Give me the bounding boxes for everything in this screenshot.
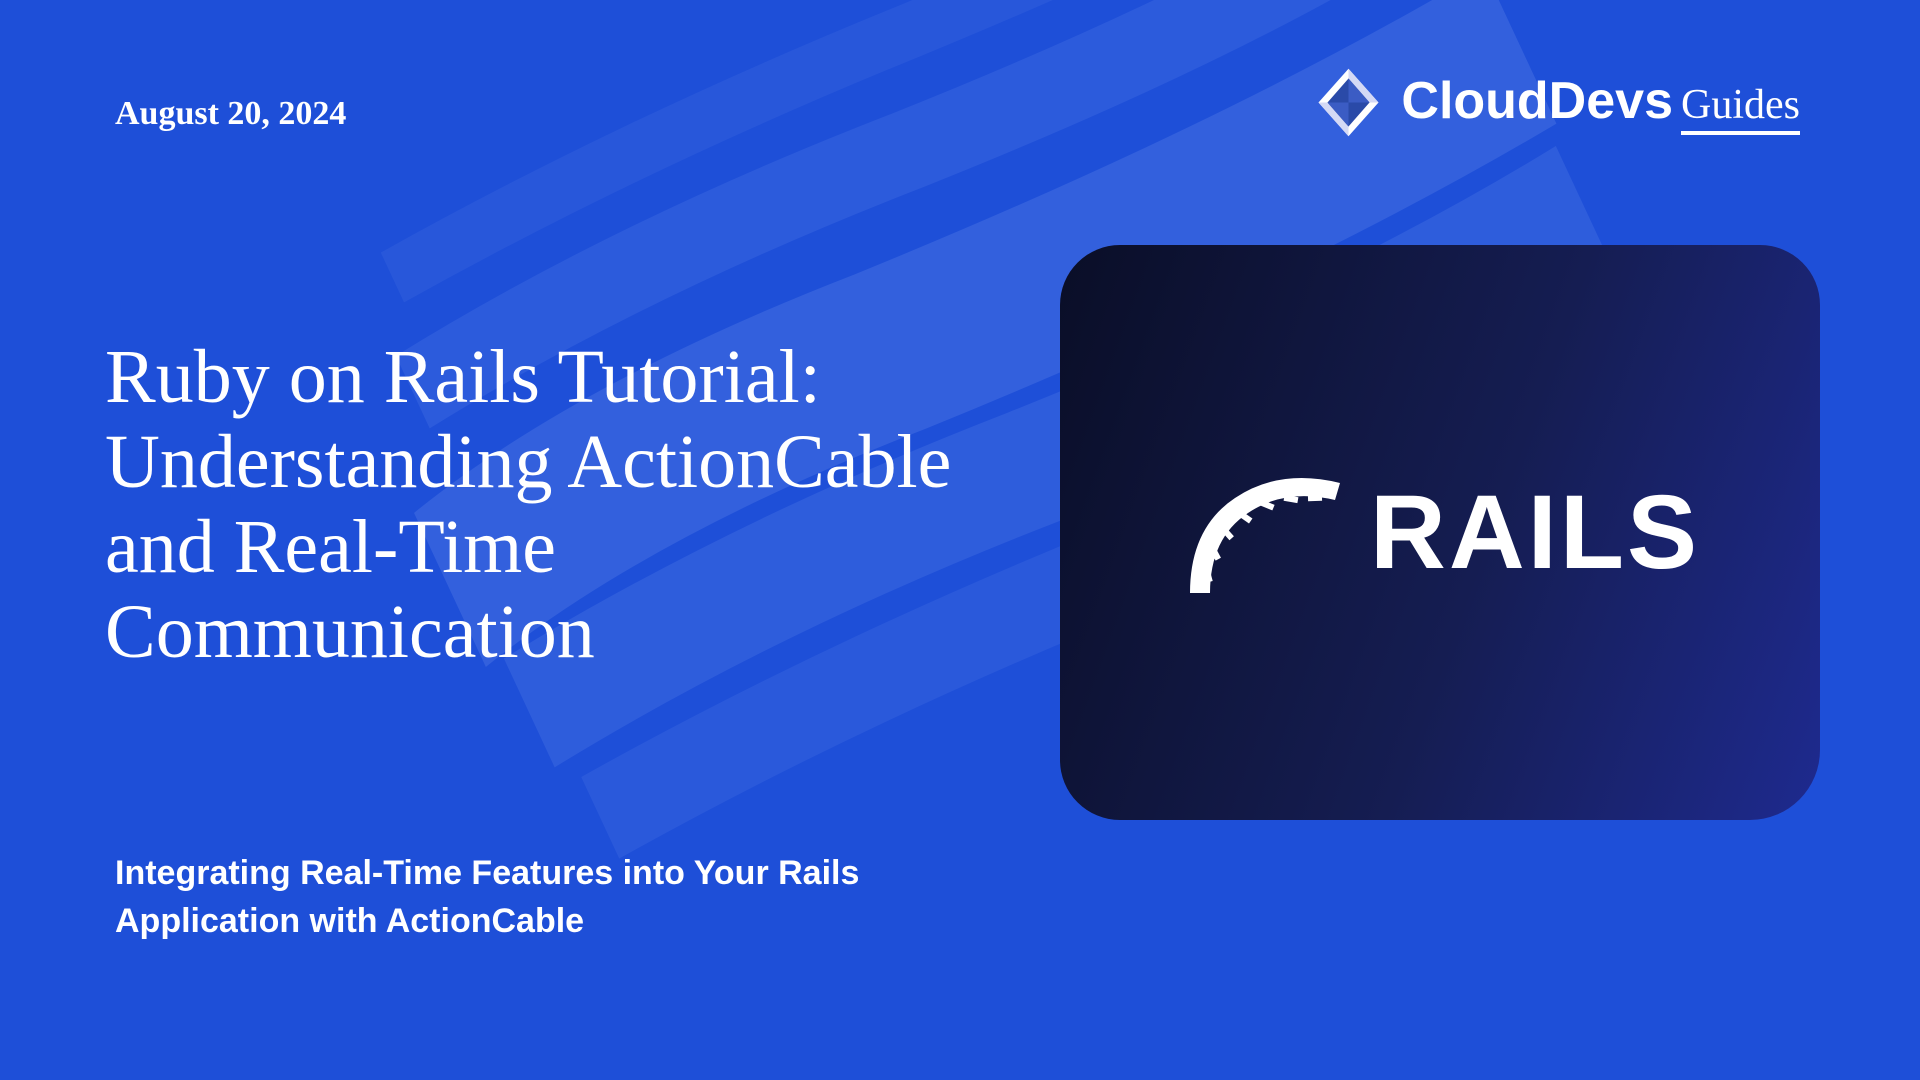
rails-logo-text: RAILS	[1370, 473, 1700, 593]
hero-card: RAILS	[1060, 245, 1820, 820]
rails-arc-icon	[1180, 468, 1345, 598]
page-title: Ruby on Rails Tutorial: Understanding Ac…	[105, 335, 965, 675]
brand-text: CloudDevs Guides	[1401, 71, 1800, 135]
rails-logo: RAILS	[1180, 468, 1700, 598]
publish-date: August 20, 2024	[115, 95, 346, 133]
page-subtitle: Integrating Real-Time Features into Your…	[115, 850, 915, 945]
slide: August 20, 2024 Ruby on Rails Tutorial: …	[0, 0, 1920, 1080]
brand-main-text: CloudDevs	[1401, 71, 1673, 131]
brand-logo: CloudDevs Guides	[1311, 65, 1800, 140]
clouddevs-icon	[1311, 65, 1386, 140]
brand-sub-text: Guides	[1681, 81, 1800, 135]
